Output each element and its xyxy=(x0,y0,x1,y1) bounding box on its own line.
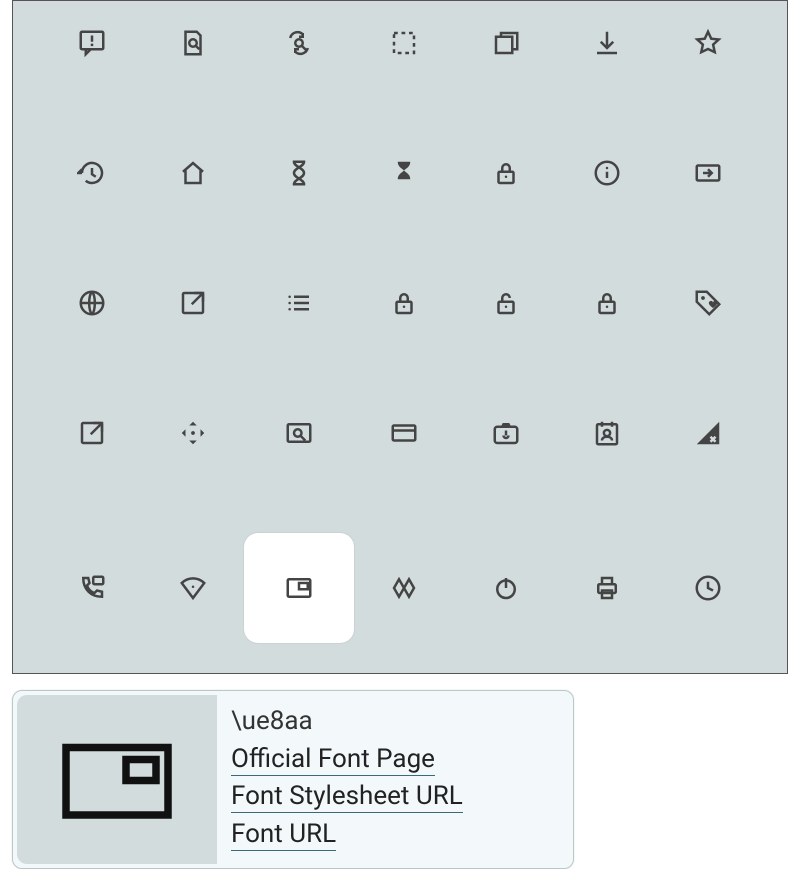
perm-contact-calendar-icon[interactable] xyxy=(577,403,637,463)
launch-icon[interactable] xyxy=(163,273,223,333)
lock-alt-icon[interactable] xyxy=(577,273,637,333)
loyalty-icon[interactable] xyxy=(678,273,738,333)
hourglass-empty-icon[interactable] xyxy=(269,143,329,203)
open-with-icon[interactable] xyxy=(163,403,223,463)
marquee-select-icon[interactable] xyxy=(374,13,434,73)
home-icon[interactable] xyxy=(163,143,223,203)
power-icon[interactable] xyxy=(476,558,536,618)
hourglass-full-icon[interactable] xyxy=(374,143,434,203)
list-icon[interactable] xyxy=(269,273,329,333)
language-icon[interactable] xyxy=(62,273,122,333)
find-in-page-icon[interactable] xyxy=(163,13,223,73)
icon-detail-card: \ue8aa Official Font Page Font Styleshee… xyxy=(12,690,574,869)
input-icon[interactable] xyxy=(678,143,738,203)
font-stylesheet-url-link[interactable]: Font Stylesheet URL xyxy=(231,781,463,813)
icon-preview xyxy=(17,695,217,864)
perm-scan-wifi-icon[interactable] xyxy=(163,558,223,618)
star-outline-icon[interactable] xyxy=(678,13,738,73)
history-icon[interactable] xyxy=(62,143,122,203)
lock-open-icon[interactable] xyxy=(476,273,536,333)
pageview-icon[interactable] xyxy=(269,403,329,463)
picture-in-picture-icon[interactable] xyxy=(244,533,354,643)
open-in-new-icon[interactable] xyxy=(62,403,122,463)
lock-closed-icon[interactable] xyxy=(374,273,434,333)
perm-phone-msg-icon[interactable] xyxy=(62,558,122,618)
restore-window-icon[interactable] xyxy=(476,13,536,73)
find-replace-icon[interactable] xyxy=(269,13,329,73)
perm-camera-mic-icon[interactable] xyxy=(476,403,536,463)
official-font-page-link[interactable]: Official Font Page xyxy=(231,744,435,776)
font-url-link[interactable]: Font URL xyxy=(231,819,336,851)
info-icon[interactable] xyxy=(577,143,637,203)
download-icon[interactable] xyxy=(577,13,637,73)
query-builder-icon[interactable] xyxy=(678,558,738,618)
print-icon[interactable] xyxy=(577,558,637,618)
polymer-icon[interactable] xyxy=(374,558,434,618)
icon-codepoint: \ue8aa xyxy=(231,703,463,741)
icon-grid-panel xyxy=(12,0,788,674)
lock-icon[interactable] xyxy=(476,143,536,203)
signal-disabled-icon[interactable] xyxy=(678,403,738,463)
feedback-icon[interactable] xyxy=(62,13,122,73)
payment-icon[interactable] xyxy=(374,403,434,463)
